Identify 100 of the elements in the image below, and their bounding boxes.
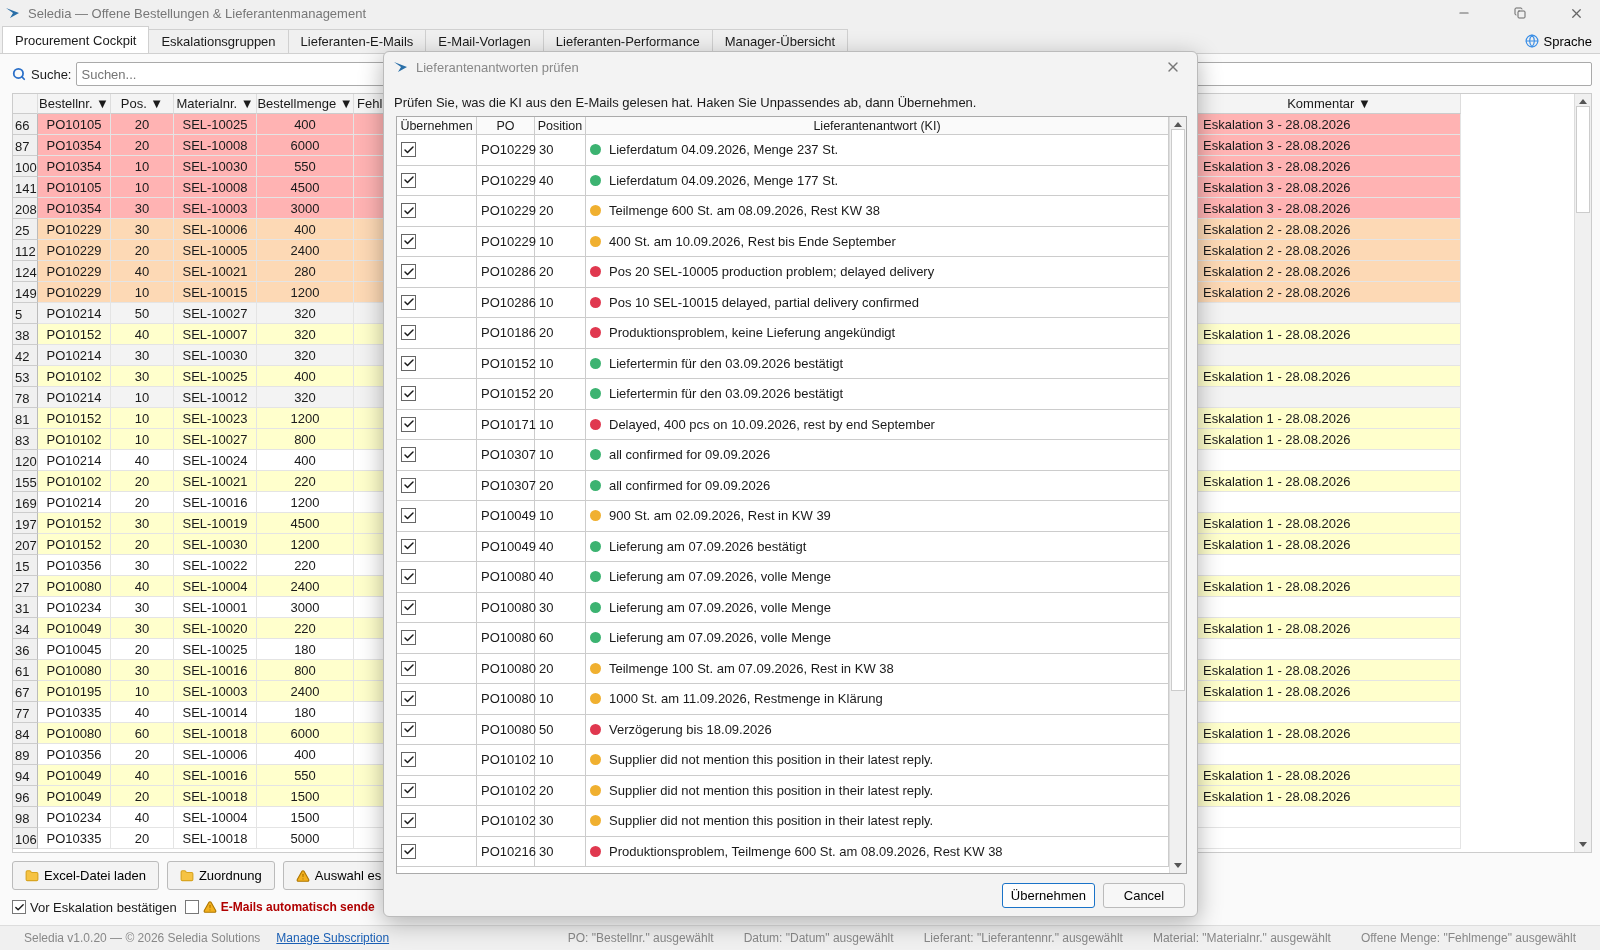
checkbox[interactable] xyxy=(401,447,416,463)
checkbox[interactable] xyxy=(401,386,416,402)
row-number: 78 xyxy=(13,387,38,408)
search-label: Suche: xyxy=(31,66,72,82)
checkbox[interactable] xyxy=(184,900,199,914)
answer-text: all confirmed for 09.09.2026 xyxy=(609,447,771,463)
checkbox[interactable] xyxy=(401,538,416,554)
row-number: 94 xyxy=(13,765,38,786)
row-number: 120 xyxy=(13,450,38,471)
checkbox[interactable] xyxy=(401,843,416,859)
answer-text: Teilmenge 100 St. am 07.09.2026, Rest in KW 38 xyxy=(609,660,894,676)
checkbox[interactable] xyxy=(401,660,416,676)
table-cell: PO10102 xyxy=(477,806,535,837)
row-number: 31 xyxy=(13,597,38,618)
answer-text: Pos 20 SEL-10005 production problem; delayed delivery xyxy=(609,264,935,280)
answer-text: Supplier did not mention this position in their latest reply. xyxy=(609,813,934,829)
table-cell: 10 xyxy=(535,409,586,440)
table-cell: 10 xyxy=(535,684,586,715)
checkbox[interactable] xyxy=(401,325,416,341)
checkbox[interactable] xyxy=(401,355,416,371)
row-number: 87 xyxy=(13,135,38,156)
table-cell: 20 xyxy=(535,470,586,501)
status-text: Offene Menge: "Fehlmenge" ausgewählt xyxy=(1360,931,1576,945)
window-title: Seledia — Offene Bestellungen & Lieferantenmanagement xyxy=(28,5,367,21)
table-cell: PO10049 xyxy=(477,501,535,532)
warning-icon xyxy=(295,868,310,883)
checkbox[interactable] xyxy=(401,782,416,798)
table-cell: PO10286 xyxy=(477,287,535,318)
checkbox[interactable] xyxy=(401,172,416,188)
table-cell: PO10080 xyxy=(477,714,535,745)
row-number: 67 xyxy=(13,681,38,702)
action-button[interactable]: Excel-Datei laden xyxy=(12,861,159,890)
checkbox[interactable] xyxy=(401,569,416,585)
row-number: 53 xyxy=(13,366,38,387)
row-number: 106 xyxy=(13,828,38,849)
language-button[interactable]: Sprache xyxy=(1516,29,1600,53)
subscription-link[interactable]: Manage Subscription xyxy=(276,931,390,945)
checkbox-label: E-Mails automatisch sende xyxy=(220,900,375,914)
table-cell: 40 xyxy=(535,531,586,562)
checkbox[interactable] xyxy=(401,599,416,615)
checkbox[interactable] xyxy=(401,264,416,280)
answer-text: Liefertermin für den 03.09.2026 bestätigt xyxy=(609,355,844,371)
row-number: 84 xyxy=(13,723,38,744)
answer-text: Lieferung am 07.09.2026, volle Menge xyxy=(609,630,831,646)
table-cell: PO10152 xyxy=(477,379,535,410)
checkbox[interactable] xyxy=(401,630,416,646)
checkbox[interactable] xyxy=(401,416,416,432)
checkbox[interactable] xyxy=(401,294,416,310)
checkbox-label: Vor Eskalation bestätigen xyxy=(30,899,177,915)
scrollbar[interactable] xyxy=(1169,117,1186,873)
column-header[interactable]: Übernehmen xyxy=(397,117,477,135)
table-cell: 40 xyxy=(535,165,586,196)
checkbox[interactable] xyxy=(401,508,416,524)
column-header[interactable]: PO xyxy=(477,117,535,135)
tab[interactable]: Procurement Cockpit xyxy=(2,26,150,53)
answer-text: Lieferdatum 04.09.2026, Menge 177 St. xyxy=(609,172,839,188)
table-cell: 5000 xyxy=(257,828,354,849)
answer-text: all confirmed for 09.09.2026 xyxy=(609,477,771,493)
table-cell: PO10229 xyxy=(477,196,535,227)
status-text: Lieferant: "Lieferantennr." ausgewählt xyxy=(923,931,1123,945)
version-text: Seledia v1.0.20 — © 2026 Seledia Solutions xyxy=(24,931,261,945)
answer-text: Lieferdatum 04.09.2026, Menge 237 St. xyxy=(609,142,839,158)
checkbox[interactable] xyxy=(401,142,416,158)
answer-text: Verzögerung bis 18.09.2026 xyxy=(609,721,772,737)
table-cell: 20 xyxy=(535,775,586,806)
checkbox[interactable] xyxy=(12,900,26,914)
table-cell: 40 xyxy=(535,562,586,593)
row-number: 169 xyxy=(13,492,38,513)
status-text: PO: "Bestellnr." ausgewählt xyxy=(567,931,714,945)
checkbox[interactable] xyxy=(401,721,416,737)
row-number: 66 xyxy=(13,114,38,135)
checkbox[interactable] xyxy=(401,813,416,829)
checkbox[interactable] xyxy=(401,752,416,768)
checkbox[interactable] xyxy=(401,203,416,219)
dialog-button[interactable]: Übernehmen xyxy=(1001,883,1095,908)
row-number: 77 xyxy=(13,702,38,723)
table-cell: SEL-10018 xyxy=(174,828,257,849)
answer-text: Supplier did not mention this position in their latest reply. xyxy=(609,752,934,768)
answer-text: Supplier did not mention this position in their latest reply. xyxy=(609,782,934,798)
search-icon xyxy=(12,67,26,81)
answer-text: Liefertermin für den 03.09.2026 bestätigt xyxy=(609,386,844,402)
row-number: 208 xyxy=(13,198,38,219)
row-number: 34 xyxy=(13,618,38,639)
column-header[interactable]: Lieferantenantwort (KI) xyxy=(586,117,1169,135)
checkbox[interactable] xyxy=(401,233,416,249)
checkbox[interactable] xyxy=(401,691,416,707)
table-cell: 10 xyxy=(535,440,586,471)
scrollbar[interactable] xyxy=(1574,94,1591,852)
dialog-button[interactable]: Cancel xyxy=(1103,883,1185,908)
action-button[interactable]: Zuordnung xyxy=(166,861,275,890)
answer-text: Teilmenge 600 St. am 08.09.2026, Rest KW 38 xyxy=(609,203,880,219)
row-number: 81 xyxy=(13,408,38,429)
answer-text: 900 St. am 02.09.2026, Rest in KW 39 xyxy=(609,508,831,524)
row-number: 27 xyxy=(13,576,38,597)
table-cell: 10 xyxy=(535,745,586,776)
row-number: 5 xyxy=(13,303,38,324)
tab[interactable]: Manager-Übersicht xyxy=(711,29,849,53)
table-cell: 30 xyxy=(535,836,586,867)
column-header[interactable]: Position xyxy=(535,117,586,135)
checkbox[interactable] xyxy=(401,477,416,493)
